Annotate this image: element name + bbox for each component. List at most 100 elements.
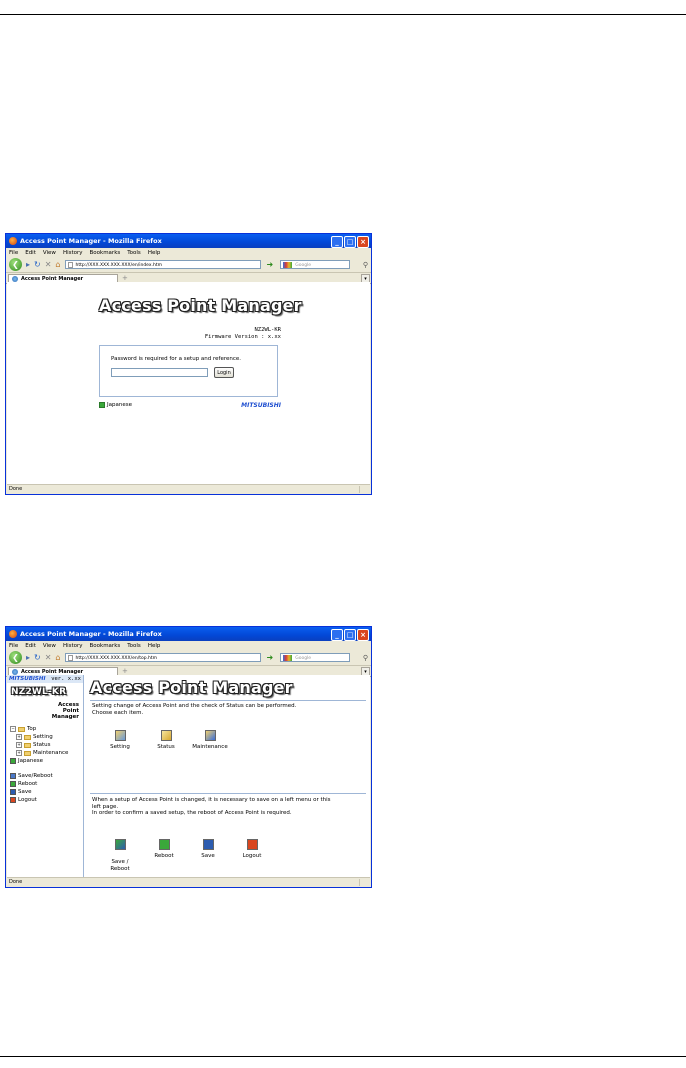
forward-icon[interactable]: ▸ bbox=[26, 653, 30, 662]
back-button[interactable]: ❮ bbox=[9, 651, 22, 664]
reboot-icon bbox=[10, 781, 16, 787]
close-button[interactable]: × bbox=[357, 629, 369, 641]
status-bar: Done bbox=[7, 877, 370, 886]
reload-icon[interactable]: ↻ bbox=[34, 260, 41, 269]
menu-tools[interactable]: Tools bbox=[127, 643, 141, 649]
menu-file[interactable]: File bbox=[9, 250, 18, 256]
save-button[interactable]: Save bbox=[196, 839, 220, 860]
tree-item-top[interactable]: − Top bbox=[10, 725, 68, 733]
tree-item-maintenance[interactable]: + Maintenance bbox=[10, 749, 68, 757]
firefox-icon bbox=[9, 237, 17, 245]
stop-icon[interactable]: ✕ bbox=[45, 653, 52, 662]
password-message: Password is required for a setup and ref… bbox=[111, 356, 242, 362]
google-icon bbox=[283, 262, 293, 268]
setting-button[interactable]: Setting bbox=[108, 730, 132, 751]
go-arrow-icon[interactable]: ➜ bbox=[267, 653, 274, 662]
resize-grip[interactable] bbox=[359, 486, 369, 493]
window-title: Access Point Manager - Mozilla Firefox bbox=[20, 630, 162, 638]
expand-icon[interactable]: + bbox=[16, 734, 22, 740]
menu-history[interactable]: History bbox=[63, 643, 83, 649]
login-button[interactable]: Login bbox=[214, 367, 234, 378]
floppy-disk-icon bbox=[202, 839, 214, 850]
navigation-toolbar: ❮ ▸ ↻ ✕ ⌂ http://XXX.XXX.XXX.XXX/en/top.… bbox=[6, 650, 371, 666]
maximize-button[interactable]: □ bbox=[344, 629, 356, 641]
expand-icon[interactable]: + bbox=[16, 750, 22, 756]
resize-grip[interactable] bbox=[359, 879, 369, 886]
divider bbox=[90, 700, 366, 701]
left-menu: MITSUBISHI ver. x.xx NZ2WL-KR Access Poi… bbox=[7, 675, 84, 878]
back-button[interactable]: ❮ bbox=[9, 258, 22, 271]
sidebar-header: MITSUBISHI ver. x.xx bbox=[7, 675, 83, 683]
close-button[interactable]: × bbox=[357, 236, 369, 248]
forward-icon[interactable]: ▸ bbox=[26, 260, 30, 269]
menu-history[interactable]: History bbox=[63, 250, 83, 256]
menu-help[interactable]: Help bbox=[148, 643, 161, 649]
page-bottom-rule bbox=[0, 1056, 686, 1057]
logout-button[interactable]: Logout bbox=[238, 839, 266, 860]
tree-item-setting[interactable]: + Setting bbox=[10, 733, 68, 741]
maximize-button[interactable]: □ bbox=[344, 236, 356, 248]
reboot-button[interactable]: Reboot bbox=[150, 839, 178, 860]
menu-help[interactable]: Help bbox=[148, 250, 161, 256]
collapse-icon[interactable]: − bbox=[10, 726, 16, 732]
tree-item-japanese[interactable]: Japanese bbox=[10, 757, 68, 765]
search-placeholder: Google bbox=[295, 263, 312, 268]
search-icon[interactable]: ⚲ bbox=[363, 261, 368, 269]
menu-edit[interactable]: Edit bbox=[25, 643, 36, 649]
sidebar-item-logout[interactable]: Logout bbox=[10, 796, 53, 804]
sidebar-item-save[interactable]: Save bbox=[10, 788, 53, 796]
intro-line1: Setting change of Access Point and the c… bbox=[92, 703, 297, 709]
minimize-button[interactable]: _ bbox=[331, 236, 343, 248]
save-reboot-button[interactable]: Save / Reboot bbox=[106, 832, 134, 872]
go-arrow-icon[interactable]: ➜ bbox=[267, 260, 274, 269]
logout-icon bbox=[246, 839, 258, 850]
status-folder-icon bbox=[160, 730, 172, 741]
folder-icon bbox=[24, 734, 31, 740]
maintenance-label: Maintenance bbox=[192, 744, 228, 750]
firefox-icon bbox=[9, 630, 17, 638]
minimize-button[interactable]: _ bbox=[331, 629, 343, 641]
sidebar-item-reboot[interactable]: Reboot bbox=[10, 780, 53, 788]
tree-item-status[interactable]: + Status bbox=[10, 741, 68, 749]
menu-tools[interactable]: Tools bbox=[127, 250, 141, 256]
setting-tools-icon bbox=[114, 730, 126, 741]
arrow-right-icon bbox=[99, 402, 105, 408]
home-icon[interactable]: ⌂ bbox=[55, 653, 60, 662]
status-button[interactable]: Status bbox=[154, 730, 178, 751]
reload-icon[interactable]: ↻ bbox=[34, 653, 41, 662]
title-bar: Access Point Manager - Mozilla Firefox _… bbox=[6, 234, 371, 248]
firmware-version: Firmware Version : x.xx bbox=[204, 334, 281, 340]
japanese-link[interactable]: Japanese bbox=[99, 402, 132, 408]
menu-view[interactable]: View bbox=[43, 643, 56, 649]
password-input[interactable] bbox=[111, 368, 208, 377]
menu-bookmarks[interactable]: Bookmarks bbox=[90, 643, 121, 649]
menu-view[interactable]: View bbox=[43, 250, 56, 256]
note-line3: In order to confirm a saved setup, the r… bbox=[92, 810, 292, 816]
stop-icon[interactable]: ✕ bbox=[45, 260, 52, 269]
tree-label: Top bbox=[27, 726, 37, 732]
tree-label: Maintenance bbox=[33, 750, 69, 756]
tree-label: Japanese bbox=[18, 758, 43, 764]
search-icon[interactable]: ⚲ bbox=[363, 654, 368, 662]
save-reboot-icon bbox=[10, 773, 16, 779]
divider bbox=[90, 793, 366, 794]
menu-bookmarks[interactable]: Bookmarks bbox=[90, 250, 121, 256]
home-icon[interactable]: ⌂ bbox=[55, 260, 60, 269]
search-box[interactable]: Google bbox=[280, 653, 351, 662]
menu-file[interactable]: File bbox=[9, 643, 18, 649]
arrow-right-icon bbox=[10, 758, 16, 764]
search-box[interactable]: Google bbox=[280, 260, 351, 269]
url-bar[interactable]: http://XXX.XXX.XXX.XXX/en/index.htm bbox=[64, 260, 261, 269]
menu-edit[interactable]: Edit bbox=[25, 250, 36, 256]
tree-label: Setting bbox=[33, 734, 53, 740]
reboot-label: Reboot bbox=[154, 853, 174, 859]
expand-icon[interactable]: + bbox=[16, 742, 22, 748]
page-content-top: MITSUBISHI ver. x.xx NZ2WL-KR Access Poi… bbox=[7, 675, 370, 878]
version-label: ver. x.xx bbox=[51, 676, 81, 682]
maintenance-button[interactable]: Maintenance bbox=[188, 730, 232, 751]
sidebar-item-save-reboot[interactable]: Save/Reboot bbox=[10, 772, 53, 780]
menu-bar: File Edit View History Bookmarks Tools H… bbox=[6, 248, 371, 257]
main-panel: Access Point Manager Setting change of A… bbox=[84, 675, 370, 878]
browser-window-login: Access Point Manager - Mozilla Firefox _… bbox=[5, 233, 372, 495]
url-bar[interactable]: http://XXX.XXX.XXX.XXX/en/top.htm bbox=[64, 653, 261, 662]
